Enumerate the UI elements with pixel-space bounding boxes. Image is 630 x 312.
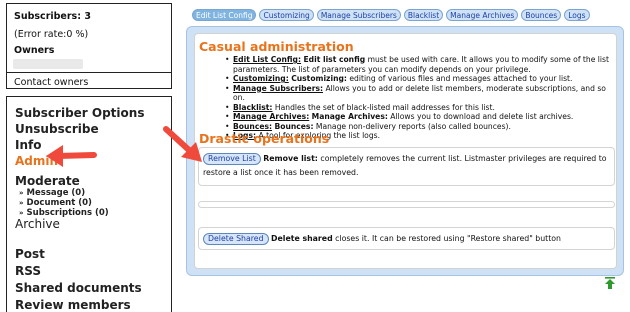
list-menu: Subscriber Options Unsubscribe Info Admi…	[6, 96, 172, 312]
list-item: Manage Archives: Manage Archives: Allows…	[225, 112, 613, 122]
tab-manage-archives[interactable]: Manage Archives	[446, 9, 519, 21]
admin-tabs: Edit List Config Customizing Manage Subs…	[192, 9, 590, 22]
admin-panel: Casual administration Edit List Config: …	[186, 26, 624, 276]
delete-shared-text: closes it. It can be restored using "Res…	[332, 234, 561, 243]
item-text: Handles the set of black-listed mail add…	[274, 102, 495, 112]
tab-edit-list-config[interactable]: Edit List Config	[192, 9, 257, 21]
list-item: Bounces: Bounces: Manage non-delivery re…	[225, 121, 613, 132]
menu-shared-documents[interactable]: Shared documents	[15, 281, 142, 295]
red-arrow-icon	[46, 145, 97, 167]
moderate-document[interactable]: » Document (0)	[19, 198, 92, 208]
list-item: Blacklist: Handles the set of black-list…	[225, 102, 613, 113]
item-name-link[interactable]: Bounces:	[233, 122, 272, 131]
item-name-link[interactable]: Manage Subscribers:	[233, 84, 323, 93]
back-to-top-icon[interactable]	[605, 277, 615, 289]
moderate-message-label: Message (0)	[26, 188, 86, 198]
item-name-link[interactable]: Blacklist:	[233, 103, 272, 112]
menu-post[interactable]: Post	[15, 247, 45, 261]
casual-admin-list: Edit List Config: Edit list config must …	[225, 55, 613, 141]
menu-unsubscribe[interactable]: Unsubscribe	[15, 122, 99, 136]
remove-list-box: Remove List Remove list: completely remo…	[198, 147, 615, 186]
item-name-link[interactable]: Edit List Config:	[233, 55, 301, 64]
list-item: Manage Subscribers: Allows you to add or…	[225, 84, 613, 103]
admin-content: Casual administration Edit List Config: …	[194, 33, 617, 269]
bullet-arrow-icon: »	[19, 209, 24, 217]
red-arrow-icon	[163, 126, 202, 162]
item-text: Manage non-delivery reports (also called…	[313, 121, 511, 131]
menu-rss[interactable]: RSS	[15, 264, 41, 278]
error-rate: (Error rate:0 %)	[14, 29, 89, 40]
item-bold: Bounces:	[274, 121, 314, 131]
item-text: editing of various files and messages at…	[346, 74, 573, 83]
list-info-box: Subscribers: 3 (Error rate:0 %) Owners C…	[6, 3, 172, 89]
delete-shared-box: Delete Shared Delete shared closes it. I…	[198, 227, 615, 250]
item-name-link[interactable]: Manage Archives:	[233, 112, 309, 121]
tab-manage-subscribers[interactable]: Manage Subscribers	[316, 9, 401, 21]
item-text: Allows you to download and delete list a…	[387, 112, 574, 121]
item-bold: Manage Archives:	[311, 112, 388, 121]
delete-shared-bold: Delete shared	[271, 234, 333, 243]
moderate-message[interactable]: » Message (0)	[19, 188, 85, 198]
owner-name-redacted	[13, 59, 83, 69]
remove-list-bold: Remove list:	[263, 154, 318, 163]
bullet-arrow-icon: »	[19, 199, 24, 207]
contact-owners-link[interactable]: Contact owners	[7, 72, 171, 92]
menu-review-members[interactable]: Review members	[15, 298, 131, 312]
delete-shared-description: Delete Shared Delete shared closes it. I…	[203, 232, 613, 246]
delete-shared-button[interactable]: Delete Shared	[203, 233, 269, 245]
empty-operation-box	[198, 201, 615, 208]
remove-list-description: Remove List Remove list: completely remo…	[203, 152, 613, 180]
item-bold: Edit list config	[303, 55, 366, 64]
drastic-operations-title: Drastic operations	[199, 131, 330, 146]
list-item: Customizing: Customizing: editing of var…	[225, 74, 613, 84]
menu-subscriber-options[interactable]: Subscriber Options	[15, 106, 144, 120]
bullet-arrow-icon: »	[19, 189, 24, 197]
casual-admin-title: Casual administration	[199, 39, 354, 54]
item-bold: Customizing:	[291, 74, 347, 83]
tab-bounces[interactable]: Bounces	[521, 9, 562, 21]
tab-blacklist[interactable]: Blacklist	[403, 9, 444, 21]
menu-info[interactable]: Info	[15, 138, 41, 152]
subscribers-count: Subscribers: 3	[14, 11, 91, 22]
remove-list-button[interactable]: Remove List	[203, 153, 261, 165]
menu-archive[interactable]: Archive	[15, 217, 60, 231]
tab-customizing[interactable]: Customizing	[259, 9, 314, 21]
list-item: Edit List Config: Edit list config must …	[225, 55, 613, 74]
menu-moderate[interactable]: Moderate	[15, 174, 80, 188]
owners-label: Owners	[14, 45, 55, 56]
item-name-link[interactable]: Customizing:	[233, 74, 289, 83]
tab-logs[interactable]: Logs	[564, 9, 590, 21]
moderate-document-label: Document (0)	[26, 198, 92, 208]
